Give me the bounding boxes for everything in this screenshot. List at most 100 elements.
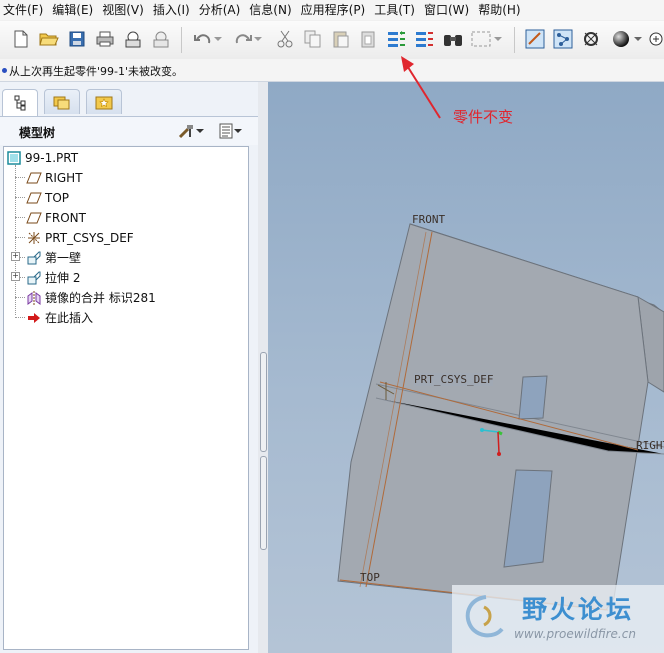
menu-insert[interactable]: 插入(I) — [150, 0, 196, 20]
undo-dropdown[interactable] — [212, 28, 224, 50]
regen-manager-button[interactable] — [414, 28, 436, 50]
menu-help[interactable]: 帮助(H) — [475, 0, 526, 20]
menu-edit[interactable]: 编辑(E) — [49, 0, 99, 20]
tree-item-csys[interactable]: PRT_CSYS_DEF — [26, 229, 134, 247]
extrude-icon — [26, 270, 42, 286]
tree-item-extrude[interactable]: 拉伸 2 — [26, 269, 80, 287]
expand-toggle[interactable]: + — [11, 272, 20, 281]
send-mail-button[interactable] — [122, 28, 144, 50]
regenerate-icon — [388, 31, 405, 47]
save-icon — [69, 31, 85, 47]
tab-model-tree[interactable] — [2, 89, 38, 116]
datum-label-csys[interactable]: PRT_CSYS_DEF — [414, 373, 494, 386]
watermark-url: www.proewildfire.cn — [514, 627, 636, 641]
shading-dropdown[interactable] — [632, 28, 644, 50]
mirror-icon — [26, 290, 42, 306]
coordinate-system-icon — [26, 230, 42, 246]
regen-manager-icon — [416, 32, 433, 47]
zoom-in-button[interactable] — [648, 28, 664, 50]
tree-item-front[interactable]: FRONT — [26, 209, 86, 227]
shading-button[interactable] — [610, 28, 632, 50]
tree-item-label: FRONT — [45, 211, 86, 225]
tab-favorites[interactable] — [86, 89, 122, 114]
navigator-panel: 模型树 99-1.PRT RIGHT TOP FRONT PRT_CSYS_DE… — [0, 82, 258, 653]
annotation-text: 零件不变 — [453, 108, 514, 126]
redo-button[interactable] — [232, 28, 254, 50]
panel-splitter[interactable] — [258, 82, 268, 653]
spin-center-icon — [584, 32, 598, 46]
tree-settings-button[interactable] — [178, 122, 208, 140]
tree-root[interactable]: 99-1.PRT — [6, 149, 78, 167]
datum-axis-icon — [553, 29, 573, 49]
menu-bar: 文件(F) 编辑(E) 视图(V) 插入(I) 分析(A) 信息(N) 应用程序… — [0, 0, 664, 20]
select-box-button[interactable] — [470, 28, 492, 50]
open-button[interactable] — [38, 28, 60, 50]
tools-icon — [178, 125, 193, 139]
paste-icon — [333, 31, 349, 48]
model-tree-icon — [14, 95, 26, 111]
undo-button[interactable] — [192, 28, 214, 50]
menu-info[interactable]: 信息(N) — [246, 0, 297, 20]
datum-label-right[interactable]: RIGHT — [636, 439, 664, 452]
menu-file[interactable]: 文件(F) — [0, 0, 49, 20]
menu-applications[interactable]: 应用程序(P) — [298, 0, 372, 20]
mail-icon — [125, 31, 141, 48]
model-tree-title: 模型树 — [19, 126, 56, 140]
datum-label-top[interactable]: TOP — [360, 571, 380, 584]
select-dropdown[interactable] — [492, 28, 504, 50]
find-button[interactable] — [442, 28, 464, 50]
datum-plane-icon — [26, 170, 42, 186]
chevron-down-icon — [254, 37, 262, 41]
save-button[interactable] — [66, 28, 88, 50]
chevron-down-icon — [214, 37, 222, 41]
regenerate-button[interactable] — [386, 28, 408, 50]
tree-item-insert-here[interactable]: 在此插入 — [26, 309, 93, 327]
paste-special-button[interactable] — [358, 28, 380, 50]
datum-display-button[interactable] — [524, 28, 546, 50]
copy-button[interactable] — [302, 28, 324, 50]
tree-item-label: TOP — [45, 191, 70, 205]
selection-box-icon — [471, 31, 491, 47]
spin-center-button[interactable] — [580, 28, 602, 50]
tree-item-label: PRT_CSYS_DEF — [45, 231, 134, 245]
sheetmetal-wall-icon — [26, 250, 42, 266]
mail-link-icon — [153, 31, 169, 48]
tree-item-mirror-merge[interactable]: 镜像的合并 标识281 — [26, 289, 156, 307]
send-link-button[interactable] — [150, 28, 172, 50]
new-file-button[interactable] — [10, 28, 32, 50]
tree-item-top[interactable]: TOP — [26, 189, 69, 207]
chevron-down-icon — [634, 37, 642, 41]
undo-icon — [194, 34, 211, 44]
watermark-logo-icon — [465, 595, 504, 638]
model-tree-header: 模型树 — [0, 116, 258, 145]
cut-button[interactable] — [274, 28, 296, 50]
copy-icon — [304, 30, 321, 48]
splitter-grip-lower[interactable] — [260, 456, 267, 550]
tree-show-button[interactable] — [218, 122, 248, 140]
datum-label-front[interactable]: FRONT — [412, 213, 445, 226]
paste-special-icon — [361, 31, 375, 48]
menu-window[interactable]: 窗口(W) — [421, 0, 475, 20]
datum-plane-icon — [26, 190, 42, 206]
print-button[interactable] — [94, 28, 116, 50]
tree-item-label: 第一壁 — [45, 251, 82, 265]
open-folder-icon — [39, 33, 59, 46]
message-text: 从上次再生起零件'99-1'未被改变。 — [9, 65, 184, 78]
expand-toggle[interactable]: + — [11, 252, 20, 261]
splitter-grip-upper[interactable] — [260, 352, 267, 452]
tree-item-label: 拉伸 2 — [45, 271, 81, 285]
menu-tools[interactable]: 工具(T) — [371, 0, 421, 20]
tree-item-right[interactable]: RIGHT — [26, 169, 83, 187]
menu-analysis[interactable]: 分析(A) — [196, 0, 247, 20]
menu-view[interactable]: 视图(V) — [99, 0, 150, 20]
tree-item-first-wall[interactable]: 第一壁 — [26, 249, 81, 267]
part-model — [337, 223, 664, 611]
redo-dropdown[interactable] — [252, 28, 264, 50]
tab-folder-browser[interactable] — [44, 89, 80, 114]
graphics-viewport[interactable]: FRONT PRT_CSYS_DEF RIGHT TOP — [268, 82, 664, 653]
watermark-title: 野火论坛 — [522, 595, 635, 624]
paste-button[interactable] — [330, 28, 352, 50]
datum-axis-button[interactable] — [552, 28, 574, 50]
part-icon — [6, 150, 22, 166]
new-file-icon — [14, 30, 28, 48]
